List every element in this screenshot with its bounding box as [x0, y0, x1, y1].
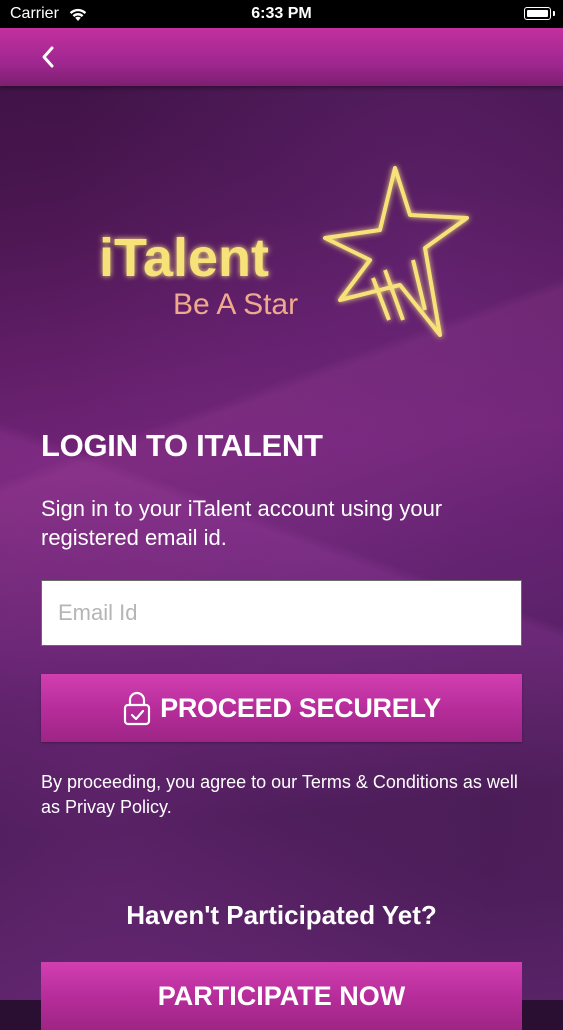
italent-logo: iTalent Be A Star [99, 166, 469, 337]
battery-icon [524, 7, 551, 20]
logo-wordmark: iTalent [99, 228, 269, 288]
page-title: LOGIN TO ITALENT [41, 428, 323, 463]
participate-now-button[interactable]: PARTICIPATE NOW [41, 962, 522, 1030]
email-field[interactable] [41, 580, 522, 646]
terms-text: By proceeding, you agree to our Terms & … [41, 772, 518, 817]
battery-tip [553, 11, 555, 16]
star-icon [323, 166, 469, 337]
logo-tagline: Be A Star [173, 288, 298, 321]
proceed-securely-button[interactable]: PROCEED SECURELY [41, 674, 522, 742]
lock-check-icon [124, 691, 151, 726]
nav-bar [0, 28, 563, 86]
back-button[interactable] [34, 42, 64, 72]
proceed-button-label: PROCEED SECURELY [160, 692, 441, 723]
status-time: 6:33 PM [251, 5, 312, 22]
signup-prompt: Haven't Participated Yet? [126, 900, 437, 930]
participate-button-label: PARTICIPATE NOW [157, 981, 406, 1011]
status-bar: Carrier 6:33 PM [0, 0, 563, 28]
page-subtitle: Sign in to your iTalent account using yo… [41, 496, 443, 550]
